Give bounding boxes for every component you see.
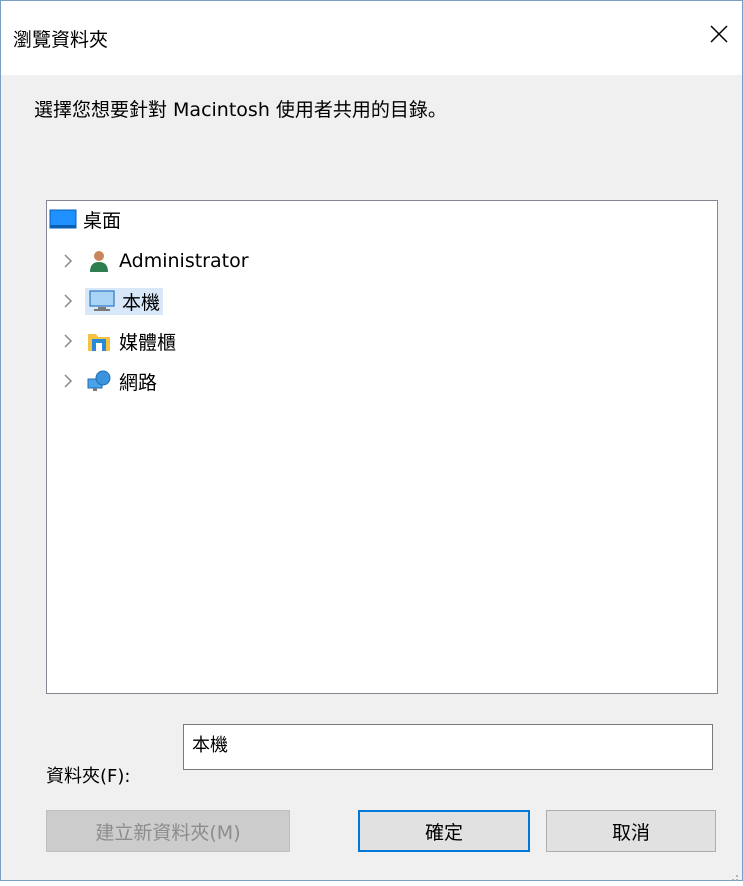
tree-item-this-pc[interactable]: 本機 bbox=[59, 285, 163, 317]
chevron-right-icon[interactable] bbox=[59, 292, 77, 310]
network-icon bbox=[85, 369, 113, 393]
tree-item-label: 媒體櫃 bbox=[119, 328, 176, 355]
cancel-button[interactable]: 取消 bbox=[546, 810, 716, 852]
computer-icon bbox=[88, 289, 116, 313]
library-icon bbox=[85, 329, 113, 353]
tree-item-administrator[interactable]: Administrator bbox=[59, 245, 249, 277]
desktop-icon bbox=[49, 207, 77, 231]
tree-item-label: 桌面 bbox=[83, 206, 121, 233]
chevron-right-icon[interactable] bbox=[59, 372, 77, 390]
chevron-right-icon[interactable] bbox=[59, 332, 77, 350]
window-title: 瀏覽資料夾 bbox=[13, 25, 108, 52]
tree-item-network[interactable]: 網路 bbox=[59, 365, 157, 397]
ok-button[interactable]: 確定 bbox=[358, 810, 530, 852]
selection-highlight: 本機 bbox=[85, 288, 163, 315]
close-button[interactable] bbox=[696, 11, 742, 57]
close-icon bbox=[709, 24, 729, 44]
instruction-text: 選擇您想要針對 Macintosh 使用者共用的目錄。 bbox=[34, 95, 447, 122]
tree-item-label: Administrator bbox=[119, 250, 249, 272]
resize-grip-icon[interactable] bbox=[729, 867, 739, 877]
title-bar: 瀏覽資料夾 bbox=[1, 1, 742, 75]
tree-item-libraries[interactable]: 媒體櫃 bbox=[59, 325, 176, 357]
folder-tree[interactable]: 桌面 Administrator 本機 bbox=[46, 200, 718, 694]
tree-item-label: 本機 bbox=[122, 288, 160, 315]
user-icon bbox=[85, 249, 113, 273]
chevron-right-icon[interactable] bbox=[59, 252, 77, 270]
new-folder-button[interactable]: 建立新資料夾(M) bbox=[46, 810, 290, 852]
folder-input[interactable]: 本機 bbox=[183, 724, 713, 770]
tree-item-desktop[interactable]: 桌面 bbox=[49, 203, 121, 235]
tree-item-label: 網路 bbox=[119, 368, 157, 395]
folder-field-label: 資料夾(F): bbox=[46, 762, 130, 788]
